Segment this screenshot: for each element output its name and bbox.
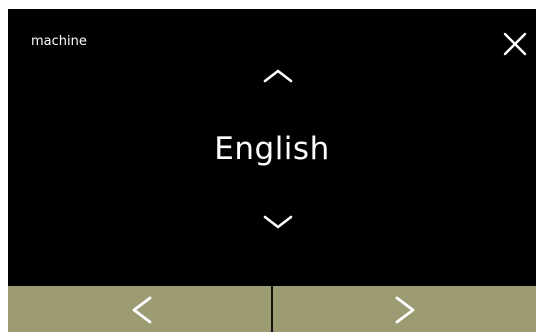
device-screen: machine English [8, 9, 536, 332]
previous-option-button[interactable] [260, 63, 296, 87]
close-icon [503, 32, 527, 56]
chevron-up-icon [263, 69, 293, 83]
next-option-button[interactable] [260, 210, 296, 234]
screen-title: machine [31, 34, 87, 49]
back-button[interactable] [8, 286, 273, 332]
chevron-right-icon [395, 296, 415, 324]
chevron-down-icon [263, 215, 293, 229]
chevron-left-icon [132, 296, 152, 324]
forward-button[interactable] [273, 286, 536, 332]
selected-language: English [214, 131, 330, 167]
close-button[interactable] [498, 27, 532, 61]
bottom-navigation-bar [8, 286, 536, 332]
